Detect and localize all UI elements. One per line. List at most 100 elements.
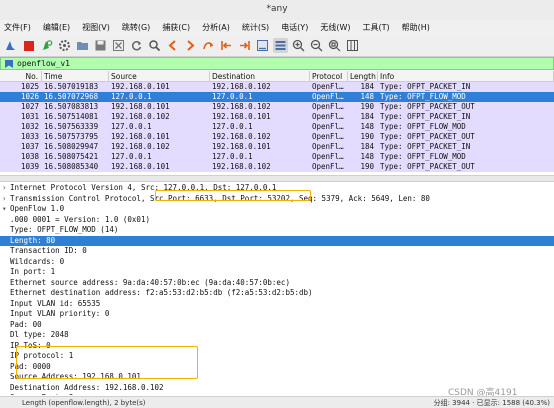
menu-view[interactable]: 视图(V) (82, 22, 110, 33)
packet-cell-src: 192.168.0.101 (111, 102, 170, 111)
packet-cell-src: 192.168.0.101 (111, 132, 170, 141)
column-header-no[interactable]: No. (0, 71, 42, 81)
zoom-out-icon[interactable] (309, 38, 324, 53)
column-header-destination[interactable]: Destination (210, 71, 310, 81)
packet-row[interactable]: 1026 16.507072968 127.0.0.1 127.0.0.1 OpenFl… (0, 92, 554, 102)
colorize-icon[interactable] (273, 38, 288, 53)
packet-row[interactable]: 1031 16.507514081 192.168.0.102 192.168.0.1… (0, 112, 554, 122)
packet-cell-proto: OpenFl… (312, 102, 344, 111)
detail-text: Destination Address: 192.168.0.102 (10, 382, 164, 392)
packet-row[interactable]: 1027 16.507083813 192.168.0.101 192.168.0.1… (0, 102, 554, 112)
detail-text: Source Port: 8 (10, 393, 73, 395)
packet-cell-dst: 127.0.0.1 (212, 152, 253, 161)
packet-cell-proto: OpenFl… (312, 132, 344, 141)
packet-cell-info: Type: OFPT_PACKET_IN (380, 82, 471, 91)
packet-cell-len: 190 (360, 102, 374, 111)
packet-cell-len: 184 (360, 82, 374, 91)
packet-row[interactable]: 1032 16.507563339 127.0.0.1 127.0.0.1 OpenFl… (0, 122, 554, 132)
pane-splitter[interactable] (0, 175, 554, 182)
detail-line[interactable]: ▾ OpenFlow 1.0 (0, 204, 554, 215)
expand-arrow-right-icon[interactable]: › (2, 194, 10, 205)
detail-line[interactable]: Input VLAN id: 65535 (0, 299, 554, 310)
packet-row[interactable]: 1033 16.507573795 192.168.0.101 192.168.0.1… (0, 132, 554, 142)
display-filter-input[interactable]: openflow_v1 (17, 59, 70, 68)
detail-line[interactable]: Input VLAN priority: 0 (0, 309, 554, 320)
packet-cell-len: 190 (360, 162, 374, 171)
auto-scroll-icon[interactable] (255, 38, 270, 53)
menu-edit[interactable]: 编辑(E) (43, 22, 70, 33)
detail-line[interactable]: Transaction ID: 0 (0, 246, 554, 257)
packet-cell-time: 16.508029947 (44, 142, 99, 151)
packet-cell-len: 184 (360, 142, 374, 151)
menu-help[interactable]: 帮助(H) (402, 22, 430, 33)
column-header-protocol[interactable]: Protocol (310, 71, 348, 81)
menu-go[interactable]: 跳转(G) (122, 22, 150, 33)
port-annotation-box (155, 190, 311, 201)
save-file-icon[interactable] (93, 38, 108, 53)
close-file-icon[interactable] (111, 38, 126, 53)
packet-cell-no: 1026 (20, 92, 39, 101)
detail-text: Input VLAN id: 65535 (10, 298, 101, 308)
menu-telephony[interactable]: 电话(Y) (281, 22, 308, 33)
column-header-info[interactable]: Info (378, 71, 554, 81)
open-file-icon[interactable] (75, 38, 90, 53)
packet-cell-len: 148 (360, 152, 374, 161)
resize-columns-icon[interactable] (345, 38, 360, 53)
column-header-source[interactable]: Source (109, 71, 210, 81)
shark-fin-start-icon[interactable] (3, 38, 18, 53)
menu-statistics[interactable]: 统计(S) (242, 22, 269, 33)
packet-cell-info: Type: OFPT_PACKET_IN (380, 142, 471, 151)
expand-arrow-down-icon[interactable]: ▾ (2, 204, 10, 215)
first-packet-icon[interactable] (219, 38, 234, 53)
packet-row[interactable]: 1025 16.507019183 192.168.0.101 192.168.0.1… (0, 82, 554, 92)
go-forward-arrow-icon[interactable] (183, 38, 198, 53)
packet-cell-dst: 192.168.0.101 (212, 142, 271, 151)
go-to-packet-icon[interactable] (201, 38, 216, 53)
detail-line[interactable]: Wildcards: 0 (0, 257, 554, 268)
detail-text: Dl type: 2048 (10, 330, 69, 339)
go-back-arrow-icon[interactable] (165, 38, 180, 53)
bookmark-icon[interactable] (4, 59, 14, 69)
detail-line[interactable]: Ethernet source address: 9a:da:40:57:0b:… (0, 278, 554, 289)
last-packet-icon[interactable] (237, 38, 252, 53)
window-title: *any (0, 0, 554, 20)
detail-line[interactable]: In port: 1 (0, 267, 554, 278)
packet-row[interactable]: 1037 16.508029947 192.168.0.102 192.168.0.1… (0, 142, 554, 152)
capture-options-gear-icon[interactable] (57, 38, 72, 53)
menu-analyze[interactable]: 分析(A) (202, 22, 230, 33)
packet-row[interactable]: 1039 16.508085340 192.168.0.101 192.168.0.1… (0, 162, 554, 172)
reload-file-icon[interactable] (129, 38, 144, 53)
packet-cell-src: 192.168.0.101 (111, 162, 170, 171)
detail-text: .000 0001 = Version: 1.0 (0x01) (10, 214, 150, 224)
packet-cell-time: 16.508075421 (44, 152, 99, 161)
detail-text: Type: OFPT_FLOW_MOD (14) (10, 225, 119, 234)
expand-arrow-right-icon[interactable]: › (2, 183, 10, 194)
detail-line[interactable]: Length: 80 (0, 235, 554, 246)
packet-cell-dst: 192.168.0.102 (212, 162, 271, 171)
packet-cell-time: 16.507083813 (44, 102, 99, 111)
menu-file[interactable]: 文件(F) (4, 22, 31, 33)
packet-row[interactable]: 1038 16.508075421 127.0.0.1 127.0.0.1 OpenFl… (0, 152, 554, 162)
restart-capture-icon[interactable] (39, 38, 54, 53)
column-header-length[interactable]: Length (348, 71, 378, 81)
zoom-in-icon[interactable] (291, 38, 306, 53)
detail-line[interactable]: Dl type: 2048 (0, 330, 554, 341)
packet-cell-proto: OpenFl… (312, 152, 344, 161)
detail-line[interactable]: Type: OFPT_FLOW_MOD (14) (0, 225, 554, 236)
column-header-time[interactable]: Time (42, 71, 109, 81)
status-packet-count: 分组: 3944 · 已显示: 1588 (40.3%) (433, 398, 550, 407)
packet-cell-no: 1032 (20, 122, 39, 131)
detail-line[interactable]: .000 0001 = Version: 1.0 (0x01) (0, 215, 554, 226)
menu-tools[interactable]: 工具(T) (362, 22, 389, 33)
detail-text: Transaction ID: 0 (10, 246, 87, 255)
packet-cell-no: 1031 (20, 112, 39, 121)
detail-text: OpenFlow 1.0 (10, 204, 65, 213)
stop-capture-icon[interactable] (21, 38, 36, 53)
zoom-normal-icon[interactable] (327, 38, 342, 53)
menu-wireless[interactable]: 无线(W) (320, 22, 350, 33)
address-annotation-box (16, 346, 198, 379)
menu-capture[interactable]: 捕获(C) (162, 22, 190, 33)
detail-line[interactable]: Ethernet destination address: f2:a5:53:d… (0, 288, 554, 299)
detail-line[interactable]: Pad: 00 (0, 320, 554, 331)
find-packet-icon[interactable] (147, 38, 162, 53)
